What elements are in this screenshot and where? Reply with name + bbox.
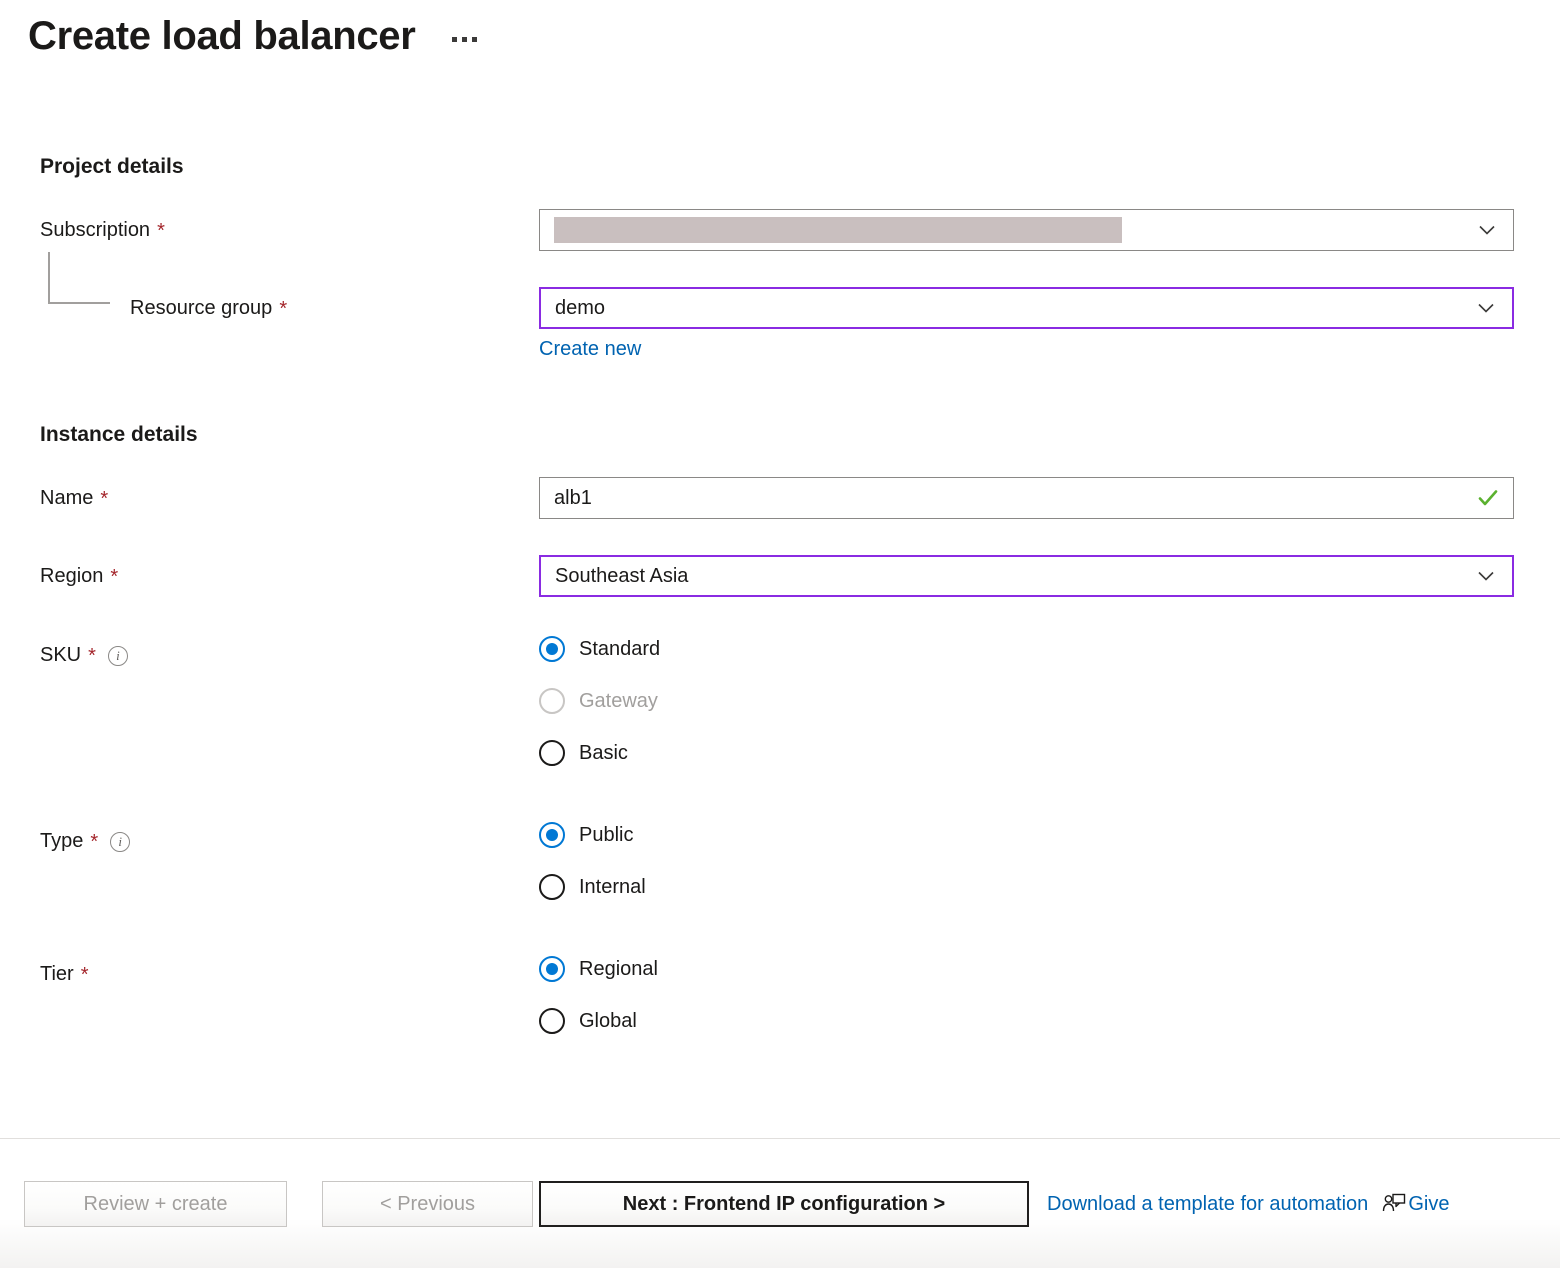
- chevron-down-icon: [1477, 220, 1497, 240]
- label-sku-text: SKU: [40, 644, 82, 666]
- radio-label: Internal: [579, 875, 646, 898]
- tier-radio-group: Regional Global: [539, 943, 658, 1047]
- resource-group-dropdown[interactable]: demo: [539, 287, 1514, 329]
- label-sku: SKU * i: [40, 644, 128, 667]
- section-heading-instance-details: Instance details: [40, 423, 198, 446]
- radio-label: Basic: [579, 741, 628, 764]
- required-asterisk: *: [90, 830, 99, 853]
- required-asterisk: *: [80, 963, 89, 986]
- label-subscription-text: Subscription: [40, 219, 151, 241]
- radio-type-internal[interactable]: Internal: [539, 861, 646, 913]
- radio-sku-standard[interactable]: Standard: [539, 623, 660, 675]
- chevron-down-icon: [1476, 566, 1496, 586]
- label-region-text: Region: [40, 565, 104, 587]
- required-asterisk: *: [279, 297, 288, 320]
- tree-connector-line: [48, 252, 110, 304]
- create-load-balancer-blade: Create load balancer Project details Sub…: [0, 0, 1560, 1268]
- review-create-button[interactable]: Review + create: [24, 1181, 287, 1227]
- label-type-text: Type: [40, 830, 84, 852]
- label-subscription: Subscription *: [40, 219, 165, 242]
- name-value: alb1: [554, 486, 592, 509]
- required-asterisk: *: [88, 644, 96, 667]
- label-resource-group: Resource group *: [130, 297, 287, 320]
- required-asterisk: *: [110, 565, 119, 588]
- radio-indicator: [539, 688, 565, 714]
- radio-sku-basic[interactable]: Basic: [539, 727, 660, 779]
- radio-label: Regional: [579, 957, 658, 980]
- label-tier-text: Tier: [40, 963, 74, 985]
- subscription-value: [554, 217, 1477, 243]
- required-asterisk: *: [100, 487, 109, 510]
- radio-label: Gateway: [579, 689, 658, 712]
- download-template-link[interactable]: Download a template for automation: [1047, 1193, 1368, 1216]
- label-type: Type * i: [40, 830, 131, 853]
- create-new-resource-group-link[interactable]: Create new: [539, 338, 641, 361]
- radio-label: Global: [579, 1009, 637, 1032]
- feedback-label: Give: [1408, 1192, 1450, 1215]
- feedback-person-icon: [1383, 1193, 1406, 1212]
- blade-header: Create load balancer: [28, 12, 479, 60]
- chevron-down-icon: [1476, 298, 1496, 318]
- radio-indicator: [539, 956, 565, 982]
- subscription-dropdown[interactable]: [539, 209, 1514, 251]
- radio-tier-regional[interactable]: Regional: [539, 943, 658, 995]
- page-title: Create load balancer: [28, 14, 416, 58]
- radio-type-public[interactable]: Public: [539, 809, 646, 861]
- next-button[interactable]: Next : Frontend IP configuration >: [539, 1181, 1029, 1227]
- name-input[interactable]: alb1: [539, 477, 1514, 519]
- region-value: Southeast Asia: [555, 564, 689, 587]
- give-feedback-link[interactable]: Give: [1382, 1193, 1449, 1216]
- subscription-redaction-bar: [554, 217, 1122, 243]
- info-icon[interactable]: i: [107, 645, 128, 666]
- radio-indicator: [539, 1008, 565, 1034]
- radio-label: Standard: [579, 637, 661, 660]
- sku-radio-group: Standard Gateway Basic: [539, 623, 660, 779]
- label-tier: Tier *: [40, 963, 89, 986]
- label-name: Name *: [40, 487, 108, 510]
- radio-indicator: [539, 874, 565, 900]
- radio-tier-global[interactable]: Global: [539, 995, 658, 1047]
- valid-check-icon: [1475, 485, 1501, 511]
- radio-label: Public: [579, 823, 634, 846]
- blade-footer: Review + create < Previous Next : Fronte…: [0, 1138, 1560, 1268]
- region-dropdown[interactable]: Southeast Asia: [539, 555, 1514, 597]
- section-heading-project-details: Project details: [40, 155, 184, 178]
- radio-indicator: [539, 740, 565, 766]
- label-resource-group-text: Resource group: [130, 297, 273, 319]
- label-name-text: Name: [40, 487, 94, 509]
- radio-sku-gateway: Gateway: [539, 675, 660, 727]
- info-icon[interactable]: i: [110, 831, 131, 852]
- resource-group-value: demo: [555, 296, 606, 319]
- more-options-icon[interactable]: [450, 31, 479, 52]
- required-asterisk: *: [157, 219, 165, 242]
- radio-indicator: [539, 822, 565, 848]
- type-radio-group: Public Internal: [539, 809, 646, 913]
- previous-button[interactable]: < Previous: [322, 1181, 533, 1227]
- label-region: Region *: [40, 565, 118, 588]
- radio-indicator: [539, 636, 565, 662]
